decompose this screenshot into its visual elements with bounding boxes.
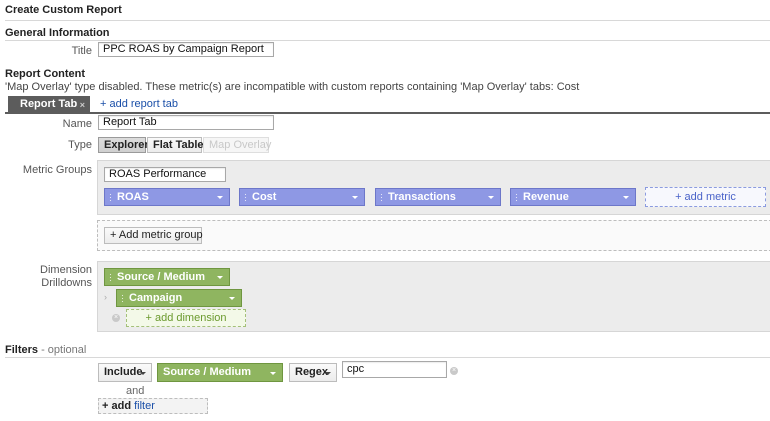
and-connector: and (126, 385, 145, 397)
divider (5, 357, 770, 358)
drilldowns-label: Drilldowns (41, 277, 92, 289)
title-label: Title (71, 45, 92, 57)
type-map-overlay-button: Map Overlay (203, 137, 271, 153)
divider (5, 20, 770, 21)
drag-handle-icon[interactable] (109, 273, 112, 282)
type-explorer-button[interactable]: Explorer (98, 137, 149, 153)
close-tab-icon[interactable]: × (80, 97, 85, 113)
drag-handle-icon[interactable] (515, 193, 518, 202)
dimension-label: Dimension (40, 264, 92, 276)
general-information-heading: General Information (5, 27, 110, 39)
match-type-label: Regex (295, 366, 329, 378)
add-metric-group-button[interactable]: + Add metric group (104, 227, 203, 244)
add-metric-button[interactable]: + add metric (645, 187, 766, 207)
type-label: Type (68, 139, 92, 151)
dimension-label-text: Campaign (129, 292, 183, 304)
report-content-heading: Report Content (5, 68, 86, 80)
metric-label: ROAS (117, 191, 149, 203)
chevron-down-icon[interactable] (352, 196, 358, 199)
tab-underline (5, 112, 770, 114)
dimension-source-medium[interactable]: Source / Medium (104, 268, 230, 286)
filters-heading: Filters - optional (5, 344, 86, 356)
drag-handle-icon[interactable] (380, 193, 383, 202)
filter-dimension-source-medium[interactable]: Source / Medium (157, 363, 283, 382)
metric-group-name-input[interactable]: ROAS Performance (104, 167, 226, 182)
chevron-down-icon[interactable] (488, 196, 494, 199)
dimension-campaign[interactable]: Campaign (116, 289, 242, 307)
type-flat-table-button[interactable]: Flat Table (147, 137, 204, 153)
drag-handle-icon[interactable] (109, 193, 112, 202)
report-tab[interactable]: Report Tab × (8, 96, 90, 112)
chevron-down-icon (325, 372, 331, 375)
metric-transactions[interactable]: Transactions (375, 188, 501, 206)
drag-handle-icon[interactable] (121, 294, 124, 303)
chevron-down-icon[interactable] (217, 276, 223, 279)
metric-label: Cost (252, 191, 277, 203)
add-filter-prefix: + add (102, 400, 135, 412)
chevron-down-icon (270, 372, 276, 375)
add-dimension-button[interactable]: + add dimension (126, 309, 246, 327)
match-type-select[interactable]: Regex (289, 363, 337, 382)
filter-value-input[interactable]: cpc (342, 361, 447, 378)
metric-label: Transactions (388, 191, 456, 203)
metric-label: Revenue (523, 191, 569, 203)
add-filter-button[interactable]: + add filter (98, 398, 208, 414)
report-title-input[interactable]: PPC ROAS by Campaign Report (98, 42, 274, 57)
filter-dimension-label: Source / Medium (163, 366, 252, 378)
filters-optional-text: - optional (38, 344, 87, 356)
metric-roas[interactable]: ROAS (104, 188, 230, 206)
add-report-tab-link[interactable]: + add report tab (100, 98, 178, 110)
filters-title: Filters (5, 344, 39, 356)
page-title: Create Custom Report (5, 4, 122, 16)
dimension-label-text: Source / Medium (117, 271, 206, 283)
metric-cost[interactable]: Cost (239, 188, 365, 206)
drag-handle-icon[interactable] (244, 193, 247, 202)
chevron-down-icon[interactable] (623, 196, 629, 199)
chevron-down-icon[interactable] (229, 297, 235, 300)
metric-revenue[interactable]: Revenue (510, 188, 636, 206)
report-tab-label: Report Tab (20, 98, 78, 110)
add-filter-link: filter (134, 400, 155, 412)
chevron-down-icon (140, 372, 146, 375)
metric-groups-label: Metric Groups (22, 164, 92, 176)
include-select[interactable]: Include (98, 363, 152, 382)
include-select-label: Include (104, 366, 143, 378)
divider (5, 40, 770, 41)
remove-icon[interactable]: × (112, 314, 120, 322)
chevron-down-icon[interactable] (217, 196, 223, 199)
tab-name-input[interactable]: Report Tab (98, 115, 274, 130)
chevron-right-icon: › (104, 292, 107, 302)
map-overlay-warning: 'Map Overlay' type disabled. These metri… (5, 81, 580, 93)
remove-filter-icon[interactable]: × (450, 367, 458, 375)
name-label: Name (62, 118, 92, 130)
